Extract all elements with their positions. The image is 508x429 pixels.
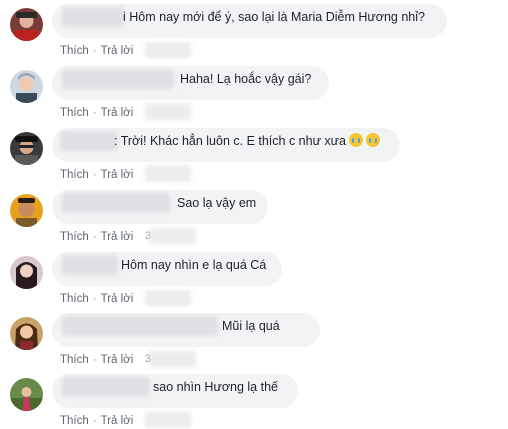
commenter-name-redacted[interactable] (62, 7, 124, 27)
commenter-name-redacted[interactable] (62, 316, 218, 336)
crying-face-emoji (366, 133, 380, 147)
comment-actions: Thích · Trả lời (60, 293, 134, 305)
commenter-name-redacted[interactable] (62, 193, 170, 213)
comment-actions: Thích · Trả lời (60, 415, 134, 427)
comment-text-content: : Trời! Khác hẳn luôn c. E thích c như x… (114, 134, 346, 148)
commenter-name-redacted[interactable] (60, 131, 118, 151)
comment-text: : Trời! Khác hẳn luôn c. E thích c như x… (114, 133, 380, 149)
comment-text: Haha! Lạ hoắc vậy gái? (180, 72, 312, 86)
timestamp-redacted[interactable] (150, 351, 196, 367)
reply-link[interactable]: Trả lời (101, 415, 134, 427)
comment-text: Mũi lạ quá (222, 319, 280, 333)
like-link[interactable]: Thích (60, 354, 89, 366)
comment-actions: Thích · Trả lời (60, 169, 134, 181)
like-link[interactable]: Thích (60, 293, 89, 305)
comment-item: Sao lạ vậy em Thích · Trả lời 3 (0, 186, 508, 247)
comment-item: Haha! Lạ hoắc vậy gái? Thích · Trả lời (0, 62, 508, 123)
like-link[interactable]: Thích (60, 231, 89, 243)
crying-face-emoji (349, 133, 363, 147)
avatar[interactable] (10, 256, 43, 289)
comment-text: Hôm nay nhìn e lạ quá Cá (121, 258, 267, 272)
comment-text: sao nhìn Hương lạ thế (153, 380, 278, 394)
commenter-name-redacted[interactable] (62, 377, 150, 397)
avatar[interactable] (10, 378, 43, 411)
reply-link[interactable]: Trả lời (101, 107, 134, 119)
reply-link[interactable]: Trả lời (101, 45, 134, 57)
timestamp-redacted[interactable] (145, 412, 191, 428)
comment-text: i Hôm nay mới để ý, sao lại là Maria Diễ… (123, 10, 425, 24)
comment-actions: Thích · Trả lời (60, 231, 134, 243)
timestamp-redacted[interactable] (145, 166, 191, 182)
comment-item: Hôm nay nhìn e lạ quá Cá Thích · Trả lời (0, 248, 508, 309)
timestamp-redacted[interactable] (145, 42, 191, 58)
like-link[interactable]: Thích (60, 169, 89, 181)
reply-link[interactable]: Trả lời (101, 354, 134, 366)
comment-item: i Hôm nay mới để ý, sao lại là Maria Diễ… (0, 0, 508, 61)
reply-link[interactable]: Trả lời (101, 169, 134, 181)
avatar[interactable] (10, 70, 43, 103)
comment-item: : Trời! Khác hẳn luôn c. E thích c như x… (0, 124, 508, 185)
reply-link[interactable]: Trả lời (101, 293, 134, 305)
avatar[interactable] (10, 317, 43, 350)
comment-text: Sao lạ vậy em (177, 196, 257, 210)
comment-item: Mũi lạ quá Thích · Trả lời 3 (0, 309, 508, 370)
comment-item: sao nhìn Hương lạ thế Thích · Trả lời (0, 370, 508, 429)
reply-link[interactable]: Trả lời (101, 231, 134, 243)
avatar[interactable] (10, 8, 43, 41)
commenter-name-redacted[interactable] (62, 69, 174, 89)
comment-actions: Thích · Trả lời (60, 107, 134, 119)
like-link[interactable]: Thích (60, 45, 89, 57)
like-link[interactable]: Thích (60, 415, 89, 427)
timestamp-redacted[interactable] (150, 228, 196, 244)
comment-actions: Thích · Trả lời (60, 45, 134, 57)
commenter-name-redacted[interactable] (62, 255, 118, 275)
like-link[interactable]: Thích (60, 107, 89, 119)
avatar[interactable] (10, 194, 43, 227)
avatar[interactable] (10, 132, 43, 165)
timestamp-redacted[interactable] (145, 290, 191, 306)
timestamp-redacted[interactable] (145, 104, 191, 120)
comment-actions: Thích · Trả lời (60, 354, 134, 366)
